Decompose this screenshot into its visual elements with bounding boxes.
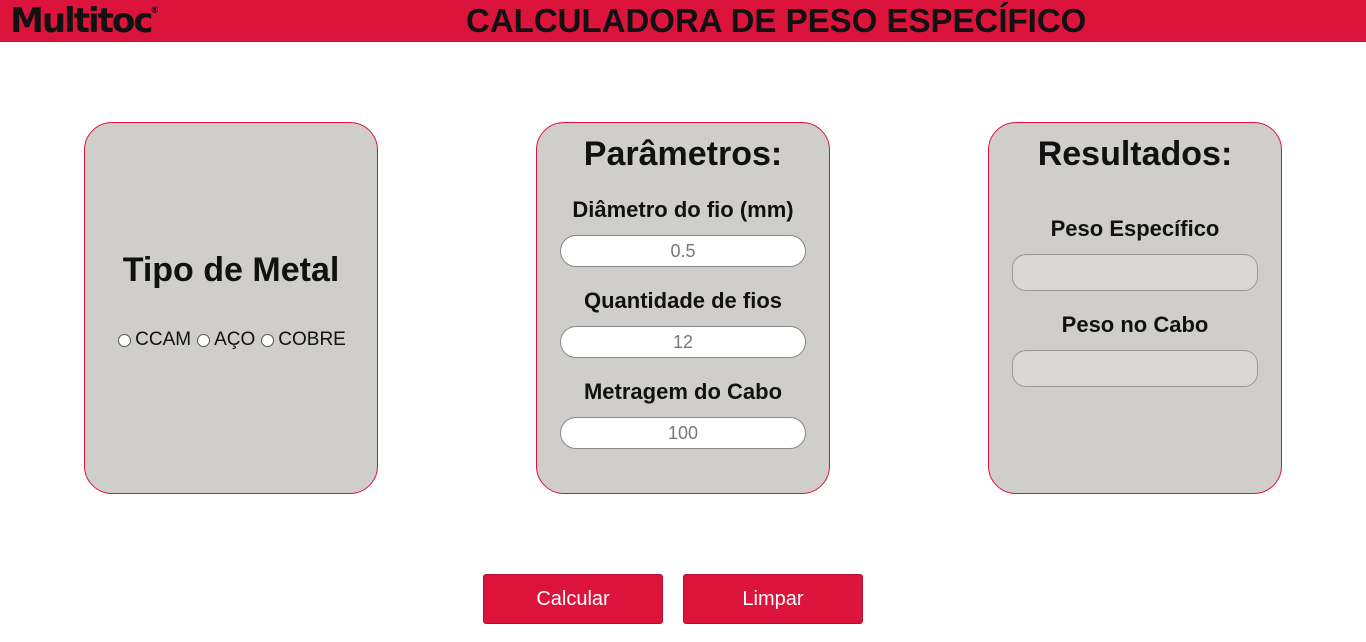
parameters-title: Parâmetros: bbox=[583, 135, 783, 173]
specific-weight-label: Peso Específico bbox=[1050, 216, 1220, 241]
diameter-input[interactable] bbox=[560, 235, 806, 267]
cable-weight-label: Peso no Cabo bbox=[1061, 312, 1209, 337]
registered-mark: ® bbox=[150, 6, 160, 16]
results-title: Resultados: bbox=[1037, 135, 1233, 173]
cable-length-label: Metragem do Cabo bbox=[583, 379, 783, 404]
diameter-label: Diâmetro do fio (mm) bbox=[572, 197, 794, 222]
cable-length-input[interactable] bbox=[560, 417, 806, 449]
radio-label-cobre: COBRE bbox=[278, 329, 346, 350]
cable-weight-output bbox=[1012, 350, 1258, 387]
metal-type-card: Tipo de Metal CCAM AÇO COBRE bbox=[84, 122, 378, 494]
page-title: CALCULADORA DE PESO ESPECÍFICO bbox=[466, 2, 1087, 39]
metal-type-title: Tipo de Metal bbox=[122, 251, 340, 289]
metal-radio-group: CCAM AÇO COBRE bbox=[85, 329, 377, 351]
calculate-button[interactable]: Calcular bbox=[483, 574, 663, 624]
radio-label-ccam: CCAM bbox=[135, 329, 192, 350]
radio-label-aco: AÇO bbox=[214, 329, 256, 350]
radio-ccam[interactable] bbox=[118, 333, 132, 347]
radio-cobre[interactable] bbox=[261, 333, 275, 347]
parameters-card: Parâmetros: Diâmetro do fio (mm) Quantid… bbox=[536, 122, 830, 494]
logo-text: Multitoc bbox=[10, 1, 153, 41]
clear-button[interactable]: Limpar bbox=[683, 574, 863, 624]
radio-aco[interactable] bbox=[197, 333, 211, 347]
multitoc-logo: Multitoc ® bbox=[10, 1, 159, 41]
results-card: Resultados: Peso Específico Peso no Cabo bbox=[988, 122, 1282, 494]
wire-count-label: Quantidade de fios bbox=[583, 288, 783, 313]
header-bar: Multitoc ® CALCULADORA DE PESO ESPECÍFIC… bbox=[0, 0, 1366, 42]
specific-weight-output bbox=[1012, 254, 1258, 291]
wire-count-input[interactable] bbox=[560, 326, 806, 358]
